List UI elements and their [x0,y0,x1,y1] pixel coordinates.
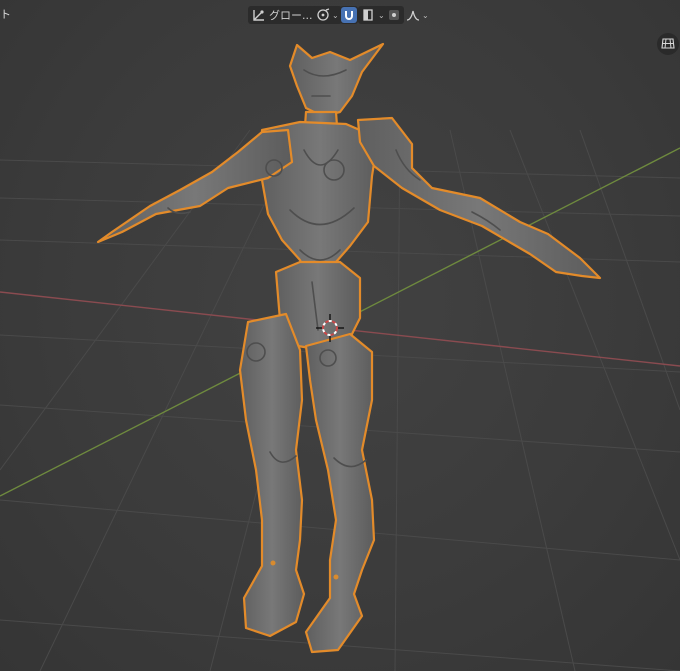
falloff-dropdown[interactable]: ⌄ [402,6,432,24]
chevron-down-icon: ⌄ [332,10,339,20]
pivot-point-dropdown[interactable]: ⌄ [312,6,342,24]
pivot-point-icon [315,7,331,23]
proportional-edit-icon [386,7,402,23]
snap-target-icon [361,7,377,23]
header-cutoff-text: ト [0,8,11,21]
transform-orientation-icon [251,7,267,23]
snap-toggle[interactable] [340,6,358,24]
character-mesh[interactable] [96,42,602,654]
grid-view-button[interactable] [657,33,679,55]
transform-orientation-label: グロー... [269,9,313,22]
falloff-curve-icon [405,7,421,23]
viewport-scene[interactable] [0,0,680,671]
snap-magnet-icon [341,7,357,23]
grid-view-icon [661,35,675,54]
chevron-down-icon: ⌄ [422,10,429,20]
proportional-edit-toggle[interactable] [384,6,404,24]
3d-viewport[interactable]: ト グロー... ⌄ ⌄ ⌄ [0,0,680,671]
viewport-header: ト グロー... ⌄ ⌄ ⌄ [0,0,680,30]
